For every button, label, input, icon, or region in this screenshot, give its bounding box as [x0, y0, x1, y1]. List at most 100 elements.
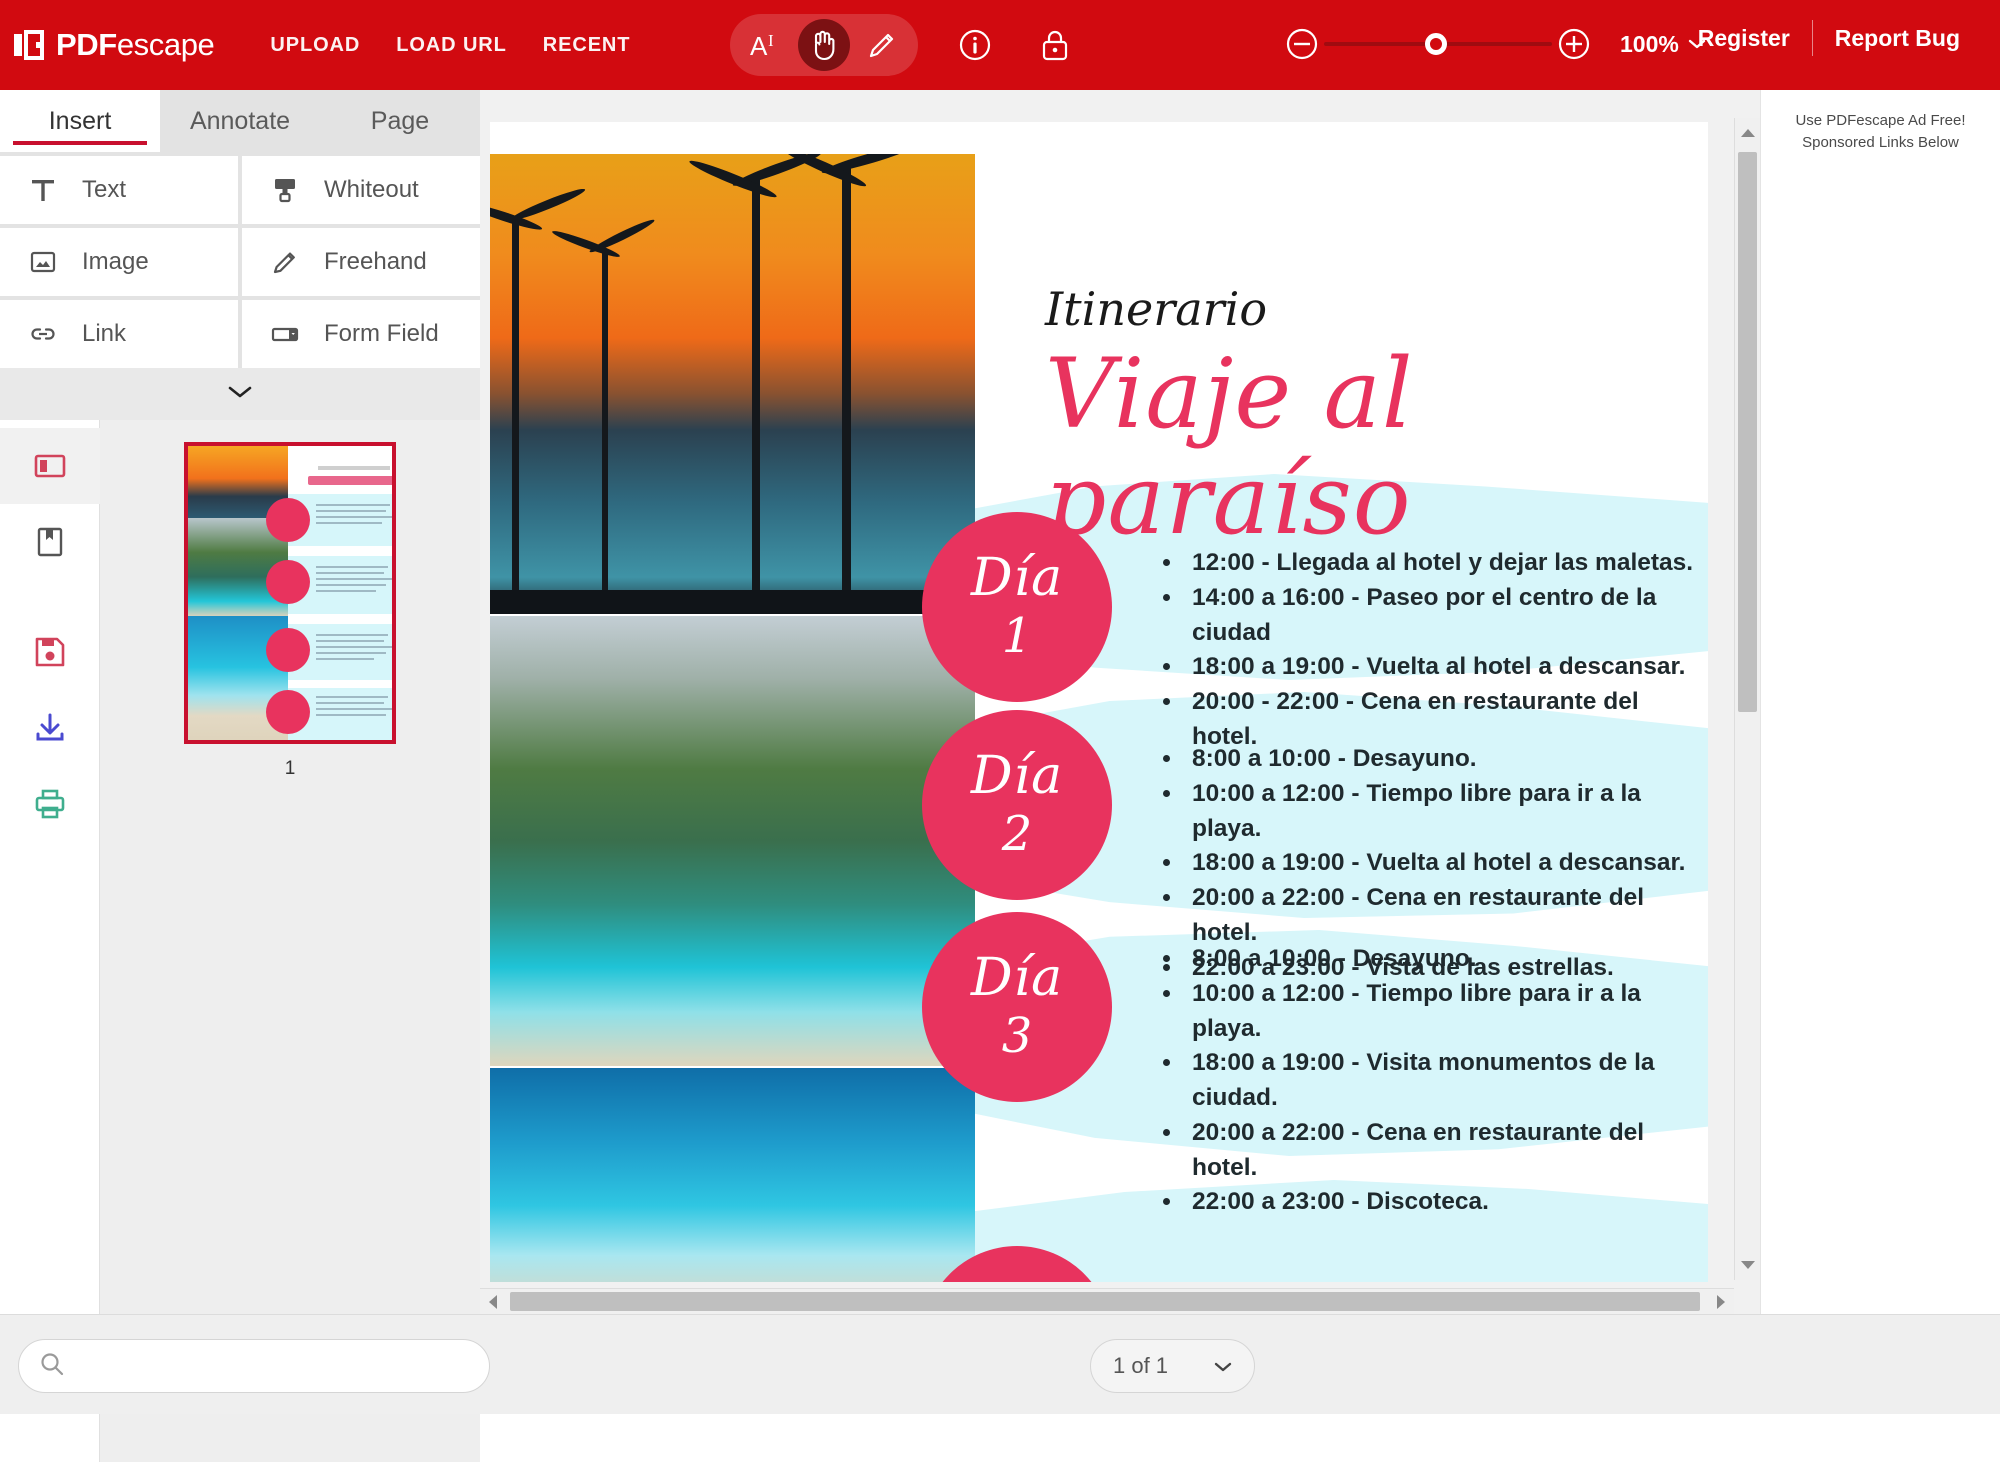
- page-thumbnail-label: 1: [284, 758, 296, 779]
- zoom-controls: 100%: [1280, 22, 1706, 66]
- expand-tools-button[interactable]: [0, 368, 480, 420]
- tool-image-label: Image: [82, 248, 149, 275]
- zoom-slider-handle[interactable]: [1425, 33, 1447, 55]
- day-badge-2: Día 2: [922, 710, 1112, 900]
- page-selector[interactable]: 1 of 1: [1090, 1339, 1255, 1393]
- pdf-page[interactable]: Itinerario Viaje al paraíso Día 1 12:00 …: [490, 122, 1708, 1282]
- tool-text[interactable]: Text: [0, 156, 238, 224]
- tab-insert[interactable]: Insert: [0, 90, 160, 152]
- main-nav: UPLOAD LOAD URL RECENT: [270, 34, 630, 57]
- chevron-down-icon: [226, 384, 254, 405]
- zoom-in-icon[interactable]: [1552, 22, 1596, 66]
- document-title: Viaje al paraíso: [1045, 338, 1414, 556]
- save-button[interactable]: [0, 614, 100, 690]
- left-icon-rail: [0, 420, 100, 1462]
- search-icon: [39, 1351, 65, 1382]
- tab-page[interactable]: Page: [320, 90, 480, 152]
- day-badge-word: Día: [970, 547, 1064, 608]
- day-badge-1: Día 1: [922, 512, 1112, 702]
- info-button[interactable]: [952, 22, 998, 68]
- tool-link-label: Link: [82, 320, 127, 347]
- link-icon: [26, 317, 60, 351]
- nav-recent[interactable]: RECENT: [543, 34, 631, 57]
- scroll-down-arrow[interactable]: [1735, 1250, 1760, 1280]
- tool-whiteout[interactable]: Whiteout: [242, 156, 480, 224]
- tool-form-field-label: Form Field: [324, 320, 439, 347]
- day-badge-number: 3: [1001, 1007, 1033, 1064]
- download-icon: [36, 713, 64, 741]
- list-item: 8:00 a 10:00 - Desayuno.: [1184, 742, 1708, 777]
- day-badge-number: 2: [1001, 805, 1033, 862]
- nav-load-url[interactable]: LOAD URL: [396, 34, 507, 57]
- tool-freehand-label: Freehand: [324, 248, 427, 275]
- freehand-pencil-icon: [268, 245, 302, 279]
- list-item: 18:00 a 19:00 - Vuelta al hotel a descan…: [1184, 846, 1708, 881]
- list-item: 18:00 a 19:00 - Vuelta al hotel a descan…: [1184, 650, 1708, 685]
- print-icon: [35, 789, 65, 819]
- page-panel-button[interactable]: [0, 428, 100, 504]
- scroll-up-arrow[interactable]: [1735, 118, 1760, 148]
- horizontal-scrollbar-thumb[interactable]: [510, 1292, 1700, 1311]
- pencil-tool-button[interactable]: [856, 19, 908, 71]
- page-indicator-label: 1 of 1: [1113, 1353, 1169, 1378]
- photo-column: [490, 154, 975, 1282]
- text-select-tool-button[interactable]: A I: [740, 19, 792, 71]
- svg-text:I: I: [768, 31, 774, 50]
- tool-whiteout-label: Whiteout: [324, 176, 419, 203]
- page-thumbnail-1[interactable]: [184, 442, 396, 744]
- hand-tool-button[interactable]: [798, 19, 850, 71]
- zoom-level-value: 100%: [1620, 30, 1679, 57]
- tool-link[interactable]: Link: [0, 300, 238, 368]
- pdfescape-logo-icon: [12, 28, 46, 62]
- day-badge-word: Día: [970, 745, 1064, 806]
- coastline-photo: [490, 616, 975, 1066]
- scroll-right-arrow[interactable]: [1708, 1289, 1734, 1314]
- day-badge-number: 1: [1001, 607, 1033, 664]
- register-link[interactable]: Register: [1676, 25, 1812, 52]
- list-item: 10:00 a 12:00 - Tiempo libre para ir a l…: [1184, 977, 1708, 1047]
- report-bug-link[interactable]: Report Bug: [1813, 25, 1982, 52]
- tool-form-field[interactable]: Form Field: [242, 300, 480, 368]
- search-input[interactable]: [77, 1354, 469, 1378]
- tool-image[interactable]: Image: [0, 228, 238, 296]
- vertical-scrollbar-thumb[interactable]: [1738, 152, 1757, 712]
- list-item: 8:00 a 10:00 - Desayuno.: [1184, 942, 1708, 977]
- panel-body: 1: [0, 420, 480, 1462]
- bookmark-icon: [37, 527, 63, 557]
- search-box[interactable]: [18, 1339, 490, 1393]
- brand-name: PDFescape: [56, 27, 215, 62]
- ad-headline: Use PDFescape Ad Free!: [1795, 112, 1966, 129]
- list-item: 20:00 a 22:00 - Cena en restaurante del …: [1184, 881, 1708, 951]
- scroll-left-arrow[interactable]: [480, 1289, 506, 1314]
- day-3-list: 8:00 a 10:00 - Desayuno. 10:00 a 12:00 -…: [1150, 942, 1708, 1220]
- ad-subline: Sponsored Links Below: [1802, 133, 1959, 151]
- text-tool-icon: [26, 173, 60, 207]
- mode-tool-group: A I: [730, 14, 918, 76]
- svg-text:A: A: [750, 31, 768, 61]
- tool-freehand[interactable]: Freehand: [242, 228, 480, 296]
- pdf-viewer: Itinerario Viaje al paraíso Día 1 12:00 …: [480, 90, 1760, 1314]
- list-item: 18:00 a 19:00 - Visita monumentos de la …: [1184, 1046, 1708, 1116]
- tab-annotate[interactable]: Annotate: [160, 90, 320, 152]
- zoom-slider[interactable]: [1324, 33, 1552, 55]
- bottom-bar: 1 of 1: [0, 1314, 2000, 1414]
- bookmark-panel-button[interactable]: [0, 504, 100, 580]
- download-button[interactable]: [0, 690, 100, 766]
- beach-photo: [490, 1068, 975, 1282]
- form-field-icon: [268, 317, 302, 351]
- print-button[interactable]: [0, 766, 100, 842]
- list-item: 14:00 a 16:00 - Paseo por el centro de l…: [1184, 581, 1708, 651]
- lock-button[interactable]: [1032, 22, 1078, 68]
- vertical-scrollbar[interactable]: [1734, 118, 1760, 1280]
- brand-logo[interactable]: PDFescape: [12, 27, 215, 63]
- nav-upload[interactable]: UPLOAD: [270, 34, 360, 57]
- sidebar-tabs: Insert Annotate Page: [0, 90, 480, 152]
- horizontal-scrollbar[interactable]: [480, 1288, 1734, 1314]
- list-item: 22:00 a 23:00 - Discoteca.: [1184, 1185, 1708, 1220]
- page-panel-icon: [34, 454, 66, 478]
- save-icon: [35, 637, 65, 667]
- zoom-out-icon[interactable]: [1280, 22, 1324, 66]
- list-item: 20:00 a 22:00 - Cena en restaurante del …: [1184, 1116, 1708, 1186]
- chevron-down-icon: [1214, 1353, 1232, 1379]
- day-badge-3: Día 3: [922, 912, 1112, 1102]
